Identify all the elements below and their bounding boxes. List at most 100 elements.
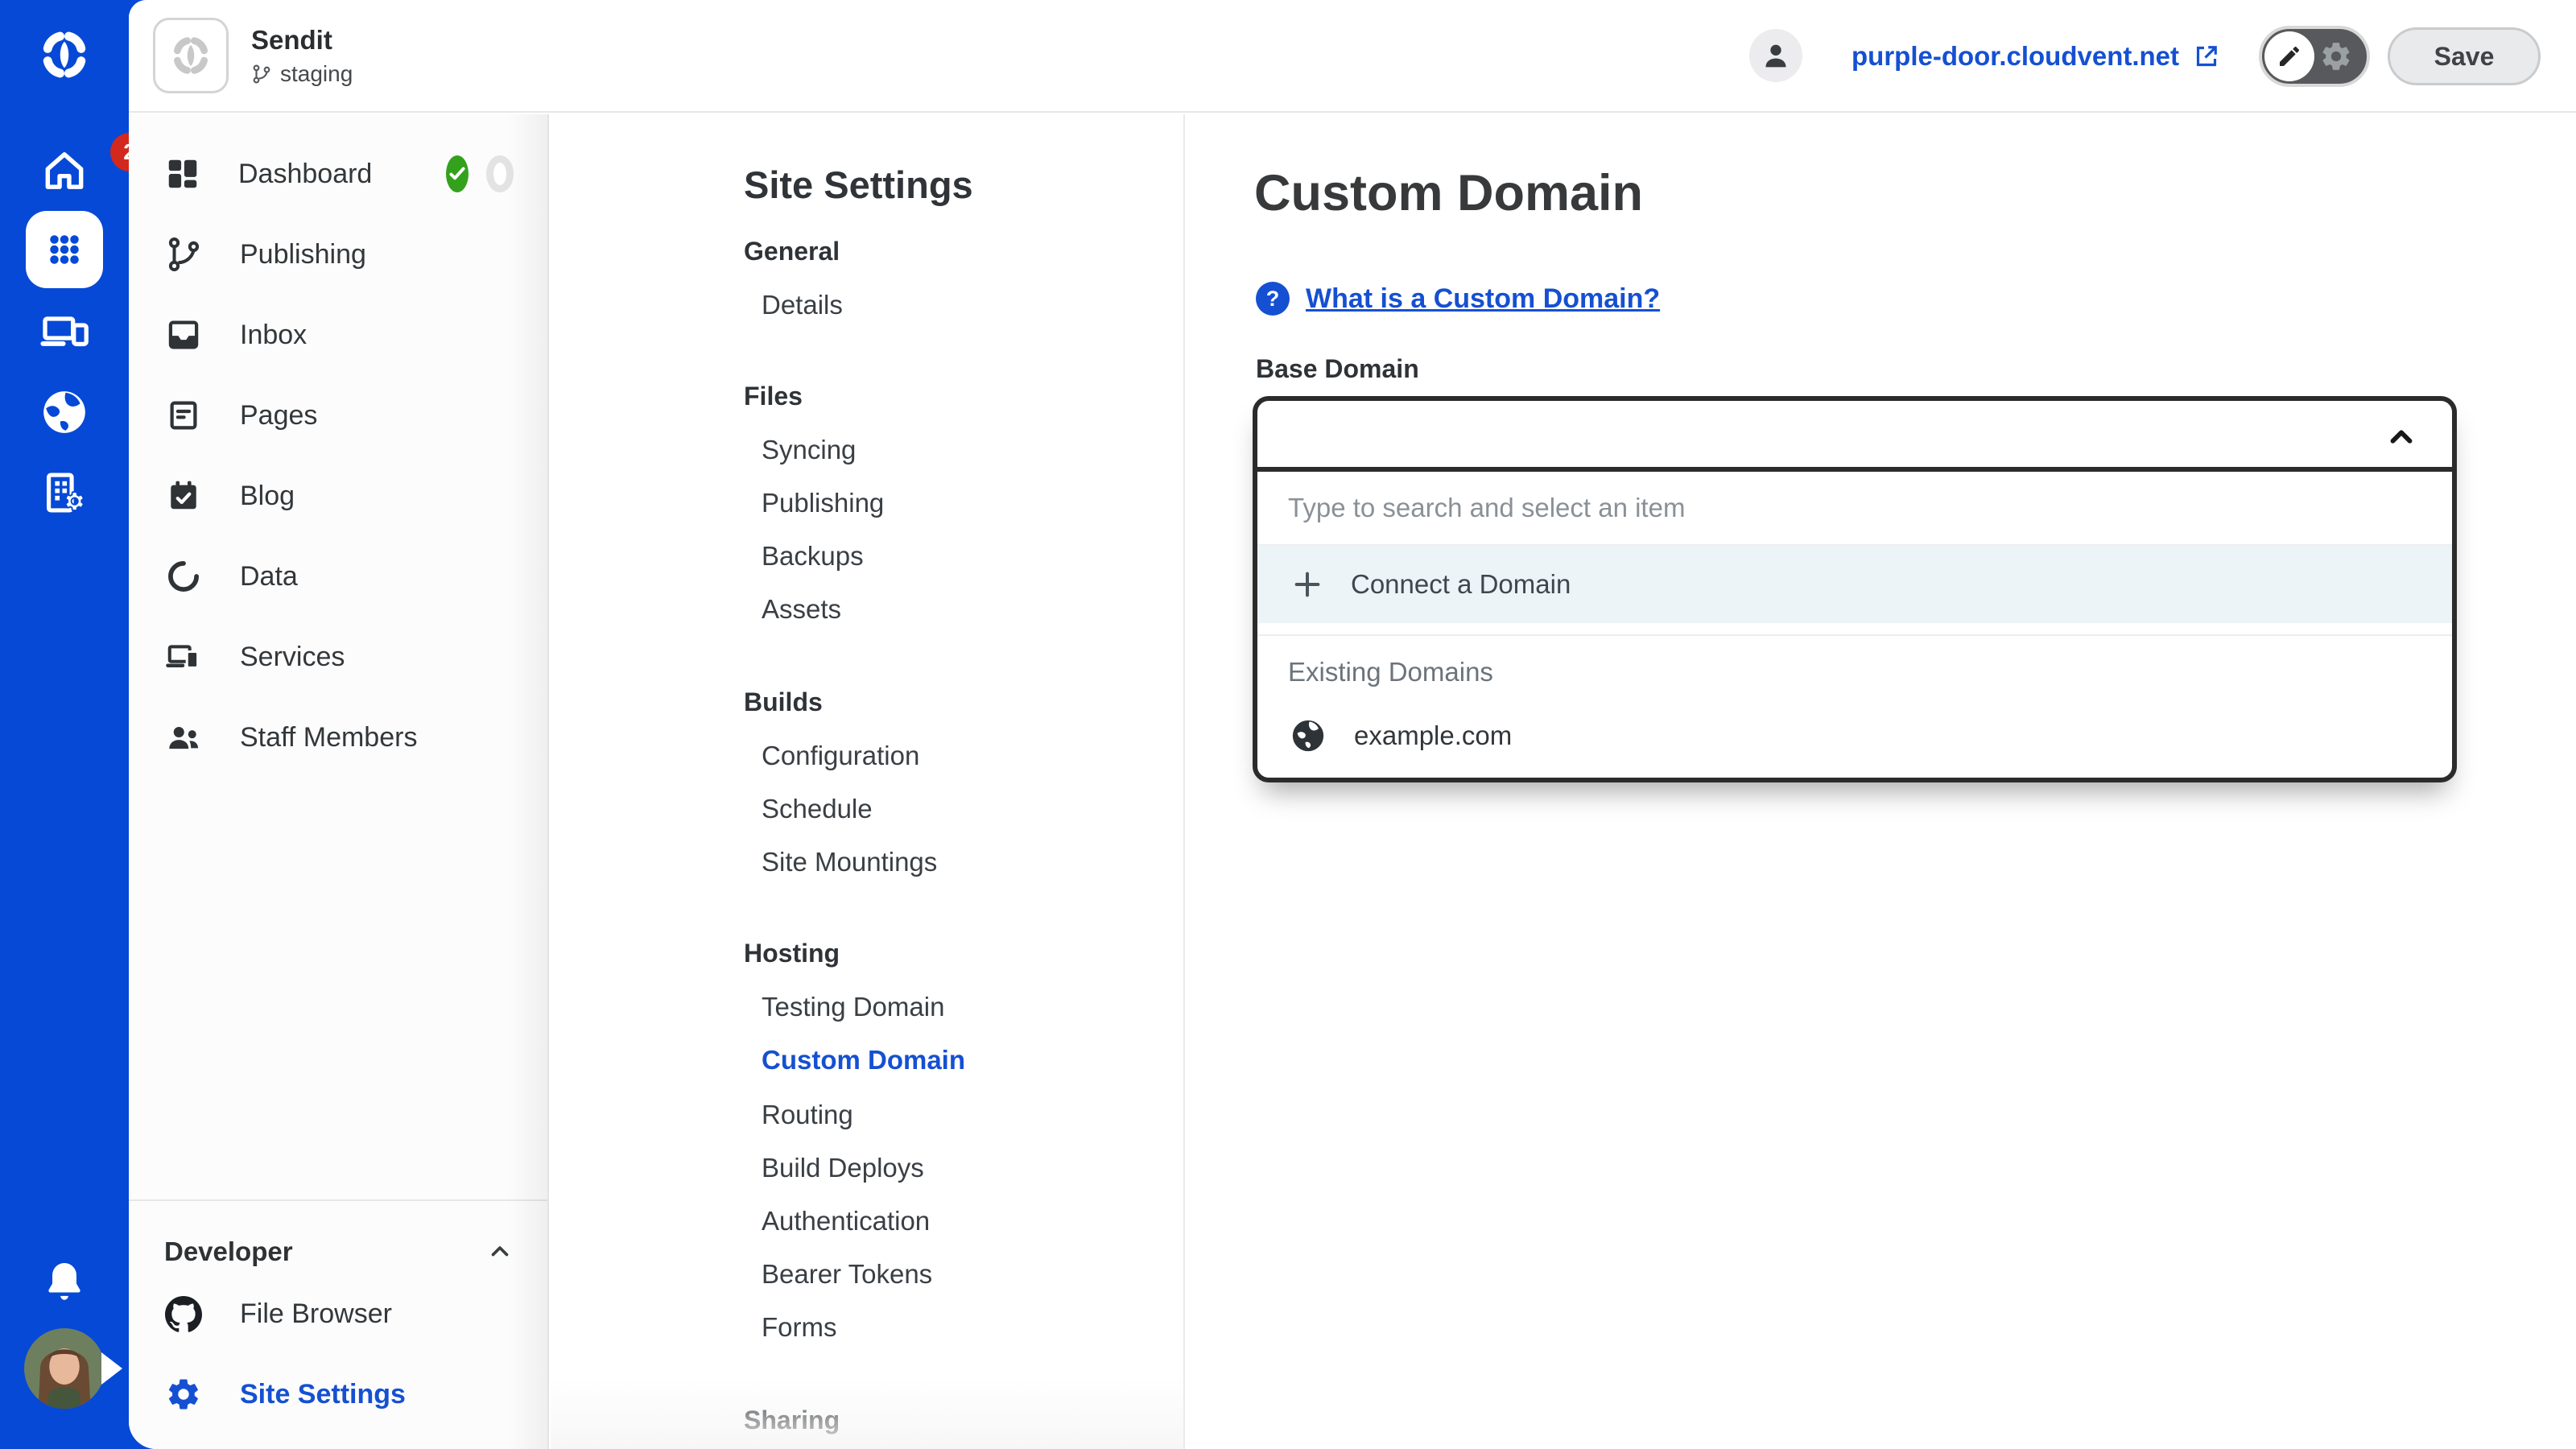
sidebar-item-label: Staff Members [240, 722, 417, 753]
gear-icon [164, 1376, 203, 1413]
settings-item-authentication[interactable]: Authentication [762, 1206, 930, 1236]
site-logo [153, 18, 229, 93]
connect-domain-label: Connect a Domain [1351, 569, 1571, 600]
sidebar-item-label: Pages [240, 400, 317, 431]
settings-item-publishing[interactable]: Publishing [762, 488, 884, 518]
branch-icon [164, 236, 203, 273]
sidebar-item-blog[interactable]: Blog [164, 456, 295, 536]
settings-item-assets[interactable]: Assets [762, 594, 841, 625]
help-link-text[interactable]: What is a Custom Domain? [1306, 283, 1660, 315]
calendar-check-icon [164, 477, 203, 514]
settings-item-forms[interactable]: Forms [762, 1312, 837, 1343]
settings-item-build-deploys[interactable]: Build Deploys [762, 1153, 924, 1183]
branch-icon [251, 64, 272, 85]
settings-mode-button[interactable] [2319, 39, 2353, 73]
dashboard-status-pending[interactable] [486, 155, 514, 192]
user-avatar-image [24, 1328, 105, 1409]
settings-item-bearer-tokens[interactable]: Bearer Tokens [762, 1259, 932, 1290]
domain-option-label: example.com [1354, 720, 1512, 751]
devices-icon [164, 638, 203, 675]
settings-item-testing-domain[interactable]: Testing Domain [762, 992, 944, 1022]
apps-grid-icon [40, 225, 89, 274]
person-icon [1760, 39, 1792, 72]
page-title: Custom Domain [1254, 164, 1643, 222]
site-url-link[interactable]: purple-door.cloudvent.net [1852, 0, 2221, 113]
site-switcher[interactable]: Sendit staging [153, 18, 353, 93]
globe-icon [39, 387, 89, 437]
settings-section-hosting: Hosting [744, 939, 840, 968]
save-button[interactable]: Save [2388, 27, 2541, 85]
external-link-icon [2192, 42, 2221, 71]
site-sidebar: Dashboard Publishing [129, 114, 549, 1449]
settings-nav: Site Settings General Details Files Sync… [551, 114, 1185, 1449]
sidebar-item-label: Publishing [240, 239, 366, 270]
connect-domain-option[interactable]: Connect a Domain [1257, 546, 2452, 623]
site-url-text: purple-door.cloudvent.net [1852, 41, 2179, 72]
settings-item-details[interactable]: Details [762, 290, 843, 320]
rail-notifications-button[interactable] [0, 1253, 129, 1311]
sidebar-item-label: Blog [240, 481, 295, 512]
triangle-right-icon [101, 1352, 122, 1385]
settings-item-schedule[interactable]: Schedule [762, 794, 873, 824]
inbox-icon [164, 316, 203, 353]
rail-organization-button[interactable] [0, 460, 129, 525]
home-icon [39, 146, 89, 196]
chevron-up-icon [486, 1238, 514, 1265]
plus-icon [1291, 568, 1323, 601]
globe-icon [1290, 717, 1327, 754]
chevron-up-icon [2383, 419, 2420, 456]
site-name: Sendit [251, 24, 353, 56]
sidebar-item-site-settings[interactable]: Site Settings [164, 1354, 406, 1435]
rail-devices-button[interactable] [0, 299, 129, 364]
dropdown-control[interactable] [1257, 401, 2452, 472]
sidebar-item-publishing[interactable]: Publishing [164, 214, 366, 295]
dropdown-search-input[interactable] [1288, 493, 2421, 523]
settings-section-general: General [744, 237, 840, 266]
settings-item-configuration[interactable]: Configuration [762, 741, 919, 771]
sidebar-item-staff-members[interactable]: Staff Members [164, 697, 417, 778]
cloudcannon-logo[interactable] [0, 24, 129, 85]
settings-item-custom-domain[interactable]: Custom Domain [762, 1045, 965, 1075]
settings-section-sharing: Sharing [744, 1406, 840, 1435]
people-icon [164, 719, 203, 756]
rail-apps-button[interactable] [26, 211, 103, 288]
sidebar-item-services[interactable]: Services [164, 617, 345, 697]
dashboard-status-complete[interactable] [446, 155, 469, 192]
sidebar-item-pages[interactable]: Pages [164, 375, 317, 456]
sidebar-item-label: Site Settings [240, 1379, 406, 1410]
settings-item-backups[interactable]: Backups [762, 541, 864, 572]
user-avatar [24, 1328, 105, 1409]
organization-settings-icon [39, 468, 89, 518]
sidebar-item-label: File Browser [240, 1298, 392, 1330]
edit-mode-button[interactable] [2264, 31, 2314, 81]
sidebar-item-file-browser[interactable]: File Browser [164, 1274, 392, 1354]
account-menu-button[interactable] [1749, 29, 1802, 82]
bell-icon [41, 1258, 88, 1305]
settings-item-syncing[interactable]: Syncing [762, 435, 856, 465]
existing-domains-group-label: Existing Domains [1257, 642, 2452, 702]
rail-home-button[interactable]: 2 [0, 138, 129, 203]
settings-item-routing[interactable]: Routing [762, 1100, 853, 1130]
sidebar-item-dashboard[interactable]: Dashboard [164, 134, 514, 214]
base-domain-label: Base Domain [1256, 354, 1419, 384]
sidebar-expand-handle[interactable] [101, 1352, 122, 1385]
help-link[interactable]: What is a Custom Domain? [1256, 282, 1660, 316]
cloudcannon-logo-icon [36, 27, 93, 83]
rail-globe-button[interactable] [0, 380, 129, 444]
gear-icon [2319, 39, 2353, 73]
sidebar-item-inbox[interactable]: Inbox [164, 295, 307, 375]
sidebar-item-label: Services [240, 642, 345, 673]
edit-settings-mode-toggle[interactable] [2259, 26, 2370, 87]
cloudcannon-mark-icon [168, 33, 213, 78]
sidebar-item-data[interactable]: Data [164, 536, 298, 617]
settings-item-site-mountings[interactable]: Site Mountings [762, 847, 937, 877]
settings-nav-title: Site Settings [744, 163, 973, 207]
settings-section-builds: Builds [744, 687, 823, 717]
domain-option-example[interactable]: example.com [1257, 702, 2452, 778]
sidebar-item-label: Data [240, 561, 298, 592]
github-icon [164, 1295, 203, 1332]
check-icon [446, 163, 469, 185]
main-content: Custom Domain What is a Custom Domain? B… [1187, 114, 2576, 1449]
dashboard-icon [164, 155, 201, 192]
question-circle-icon [1256, 282, 1290, 316]
